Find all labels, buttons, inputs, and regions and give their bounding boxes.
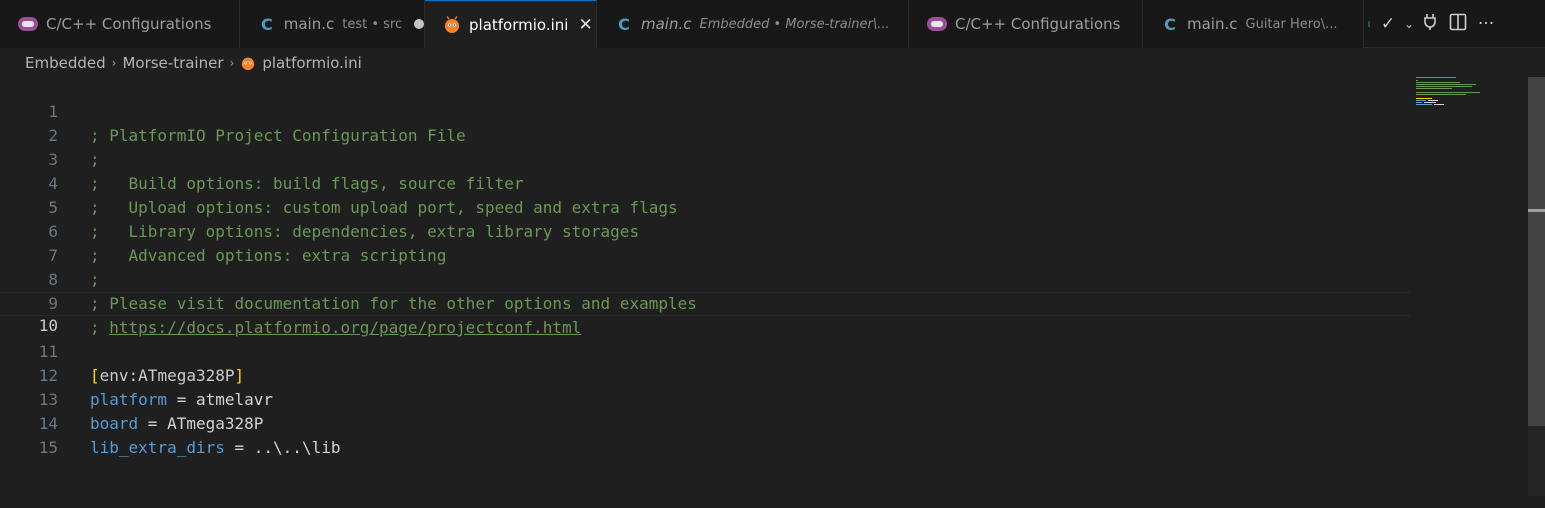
plug-icon[interactable] bbox=[1416, 13, 1444, 36]
code-line[interactable]: 7 ; bbox=[0, 220, 1410, 289]
breadcrumb-morse-trainer[interactable]: Morse-trainer bbox=[122, 54, 223, 72]
line-number: 15 bbox=[38, 438, 58, 457]
breadcrumb: Embedded › Morse-trainer › platformio.in… bbox=[0, 50, 1545, 76]
tab-cpp-configurations-2[interactable]: C/C++ Configurations bbox=[909, 0, 1143, 48]
tab-label: platformio.ini bbox=[469, 15, 569, 34]
code-line[interactable]: 15 bbox=[0, 412, 1410, 457]
tab-description: Embedded • Morse-trainer\... bbox=[699, 16, 890, 32]
platformio-icon bbox=[445, 15, 459, 33]
build-status-icon: ı bbox=[1367, 18, 1371, 30]
chevron-right-icon: › bbox=[111, 56, 117, 70]
tab-label: main.c bbox=[641, 15, 692, 33]
c-file-icon: C bbox=[618, 14, 630, 34]
check-icon[interactable]: ✓ bbox=[1374, 14, 1402, 34]
code-line[interactable]: 6 ; Advanced options: extra scripting bbox=[0, 196, 1410, 265]
split-editor-icon[interactable] bbox=[1444, 13, 1472, 36]
code-line[interactable]: 3 ; Build options: build flags, source f… bbox=[0, 124, 1410, 193]
config-key: lib_extra_dirs bbox=[90, 438, 225, 457]
code-line[interactable]: 8 ; Please visit documentation for the o… bbox=[0, 244, 1410, 313]
tab-main-c-test[interactable]: C main.c test • src bbox=[240, 0, 425, 48]
c-file-icon: C bbox=[1164, 14, 1176, 34]
scroll-position-marker bbox=[1528, 209, 1545, 212]
scrollbar-track bbox=[1528, 426, 1545, 496]
code-line[interactable]: 14 lib_extra_dirs = ..\..\lib bbox=[0, 388, 1410, 457]
code-line[interactable]: 13 board = ATmega328P bbox=[0, 364, 1410, 433]
tab-description: test • src bbox=[342, 16, 403, 32]
config-value: ..\..\lib bbox=[253, 438, 341, 457]
editor-actions: ı ✓ ⌄ ··· bbox=[1364, 0, 1545, 48]
minimap[interactable] bbox=[1414, 76, 1494, 116]
platformio-icon bbox=[242, 57, 255, 71]
code-line[interactable]: 11 [env:ATmega328P] bbox=[0, 316, 1410, 385]
code-line[interactable]: 2 ; bbox=[0, 100, 1410, 169]
chevron-right-icon: › bbox=[229, 56, 235, 70]
more-actions-icon[interactable]: ··· bbox=[1472, 14, 1500, 34]
code-line[interactable]: 12 platform = atmelavr bbox=[0, 340, 1410, 409]
tab-label: C/C++ Configurations bbox=[955, 15, 1121, 33]
tab-cpp-configurations-1[interactable]: C/C++ Configurations bbox=[0, 0, 240, 48]
code-line[interactable]: 4 ; Upload options: custom upload port, … bbox=[0, 148, 1410, 217]
tab-label: main.c bbox=[1187, 15, 1238, 33]
code-line[interactable]: 5 ; Library options: dependencies, extra… bbox=[0, 172, 1410, 241]
cpp-config-icon bbox=[927, 17, 947, 31]
close-icon[interactable]: ✕ bbox=[578, 15, 592, 35]
code-line[interactable]: 1 ; PlatformIO Project Configuration Fil… bbox=[0, 76, 1410, 145]
current-code-line[interactable]: 10 bbox=[0, 292, 1410, 335]
tab-main-c-guitar-hero[interactable]: C main.c Guitar Hero\... bbox=[1143, 0, 1364, 48]
vertical-scrollbar[interactable] bbox=[1528, 77, 1545, 426]
breadcrumb-platformio-ini[interactable]: platformio.ini bbox=[262, 54, 361, 72]
c-file-icon: C bbox=[261, 14, 273, 34]
tab-label: C/C++ Configurations bbox=[46, 15, 212, 33]
code-line[interactable]: 9 ; https://docs.platformio.org/page/pro… bbox=[0, 268, 1410, 337]
editor-tab-bar: C/C++ Configurations C main.c test • src… bbox=[0, 0, 1545, 48]
tab-description: Guitar Hero\... bbox=[1245, 16, 1338, 32]
tab-label: main.c bbox=[283, 15, 335, 33]
cpp-config-icon bbox=[18, 17, 38, 31]
tab-main-c-morse-trainer[interactable]: C main.c Embedded • Morse-trainer\... bbox=[597, 0, 909, 48]
breadcrumb-embedded[interactable]: Embedded bbox=[25, 54, 106, 72]
unsaved-dot-icon[interactable] bbox=[414, 19, 424, 29]
chevron-down-icon[interactable]: ⌄ bbox=[1402, 17, 1416, 31]
tab-platformio-ini[interactable]: platformio.ini ✕ bbox=[425, 0, 597, 48]
equals-sign: = bbox=[224, 438, 254, 457]
code-editor[interactable]: 1 ; PlatformIO Project Configuration Fil… bbox=[0, 76, 1545, 496]
